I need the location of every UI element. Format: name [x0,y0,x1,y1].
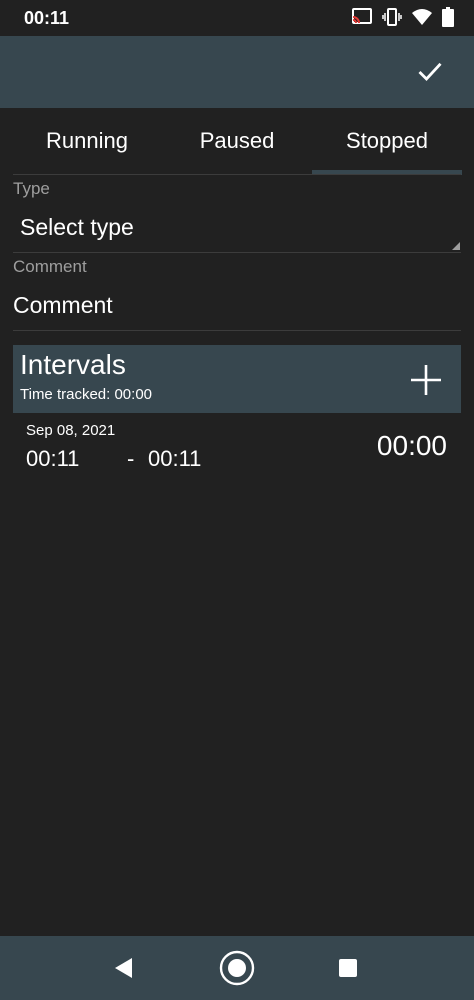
vibrate-icon [382,8,402,26]
interval-separator: - [127,446,135,471]
tab-paused[interactable]: Paused [158,108,316,174]
app-bar [0,36,474,108]
comment-divider [13,330,461,331]
status-time: 00:11 [24,8,70,28]
type-label: Type [13,179,50,198]
interval-date: Sep 08, 2021 [26,422,116,439]
home-icon[interactable] [219,950,255,986]
type-spinner[interactable]: Select type [20,214,134,241]
comment-label: Comment [13,257,87,276]
spinner-arrow-icon [452,242,460,250]
state-tabs: Running Paused Stopped [0,108,474,174]
interval-start-time: 00:11 [26,446,80,471]
tabs-divider [13,174,461,175]
status-bar: 00:11 [0,0,474,36]
check-icon[interactable] [416,58,444,86]
system-nav-bar [0,936,474,1000]
time-tracked: Time tracked: 00:00 [20,386,153,403]
status-icons [352,7,454,27]
wifi-icon [412,9,432,25]
interval-end-time: 00:11 [148,446,202,471]
interval-row[interactable]: Sep 08, 2021 00:11 - 00:11 00:00 [13,418,461,478]
recents-icon[interactable] [332,952,364,984]
intervals-header: Intervals Time tracked: 00:00 [13,345,461,413]
interval-duration: 00:00 [376,430,447,461]
tab-stopped[interactable]: Stopped [308,108,466,174]
battery-icon [442,7,454,27]
type-divider [13,252,461,253]
cast-icon [352,8,372,24]
back-icon[interactable] [108,952,140,984]
tab-running[interactable]: Running [8,108,166,174]
intervals-title: Intervals [20,349,126,380]
comment-field[interactable]: Comment [13,292,113,319]
plus-icon[interactable] [409,363,443,397]
